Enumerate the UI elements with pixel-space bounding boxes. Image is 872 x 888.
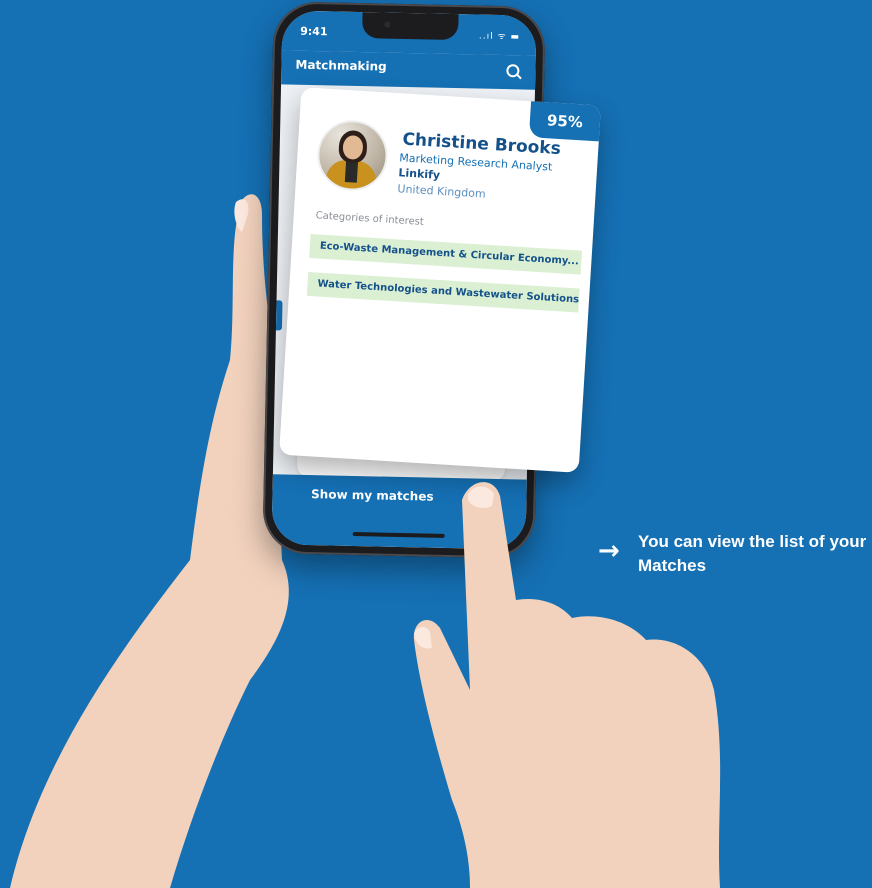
promo-stage: 9:41 ..ıl ᯤ ▬ Matchmaking Show my matche…: [0, 0, 872, 888]
page-title: Matchmaking: [295, 57, 387, 74]
status-time: 9:41: [300, 24, 328, 39]
camera-icon: [384, 21, 391, 28]
show-matches-button[interactable]: Show my matches →: [272, 486, 526, 505]
status-bar: 9:41 ..ıl ᯤ ▬: [281, 10, 537, 56]
interests-heading: Categories of interest: [315, 210, 425, 228]
avatar: [315, 118, 390, 193]
home-indicator: [352, 531, 445, 538]
previous-card-edge: [275, 300, 283, 331]
arrow-right-icon: →: [477, 490, 488, 505]
match-country: United Kingdom: [397, 182, 487, 201]
signal-wifi-battery-icon: ..ıl ᯤ ▬: [478, 31, 521, 43]
show-matches-label: Show my matches: [310, 487, 434, 504]
match-company: Linkify: [398, 166, 441, 182]
bottom-bar: Show my matches →: [271, 474, 527, 550]
interest-chip: Water Technologies and Wastewater Soluti…: [306, 271, 580, 313]
phone-notch: [362, 12, 459, 41]
match-percent-badge: 95%: [528, 101, 601, 142]
interest-chip: Eco-Waste Management & Circular Economy.…: [309, 234, 583, 275]
app-bar: Matchmaking: [281, 50, 536, 90]
arrow-right-icon: →: [598, 536, 620, 566]
hint-caption: You can view the list of your Matches: [638, 532, 867, 575]
search-icon[interactable]: [506, 64, 520, 78]
match-card[interactable]: 95% Christine Brooks Marketing Research …: [279, 87, 601, 473]
